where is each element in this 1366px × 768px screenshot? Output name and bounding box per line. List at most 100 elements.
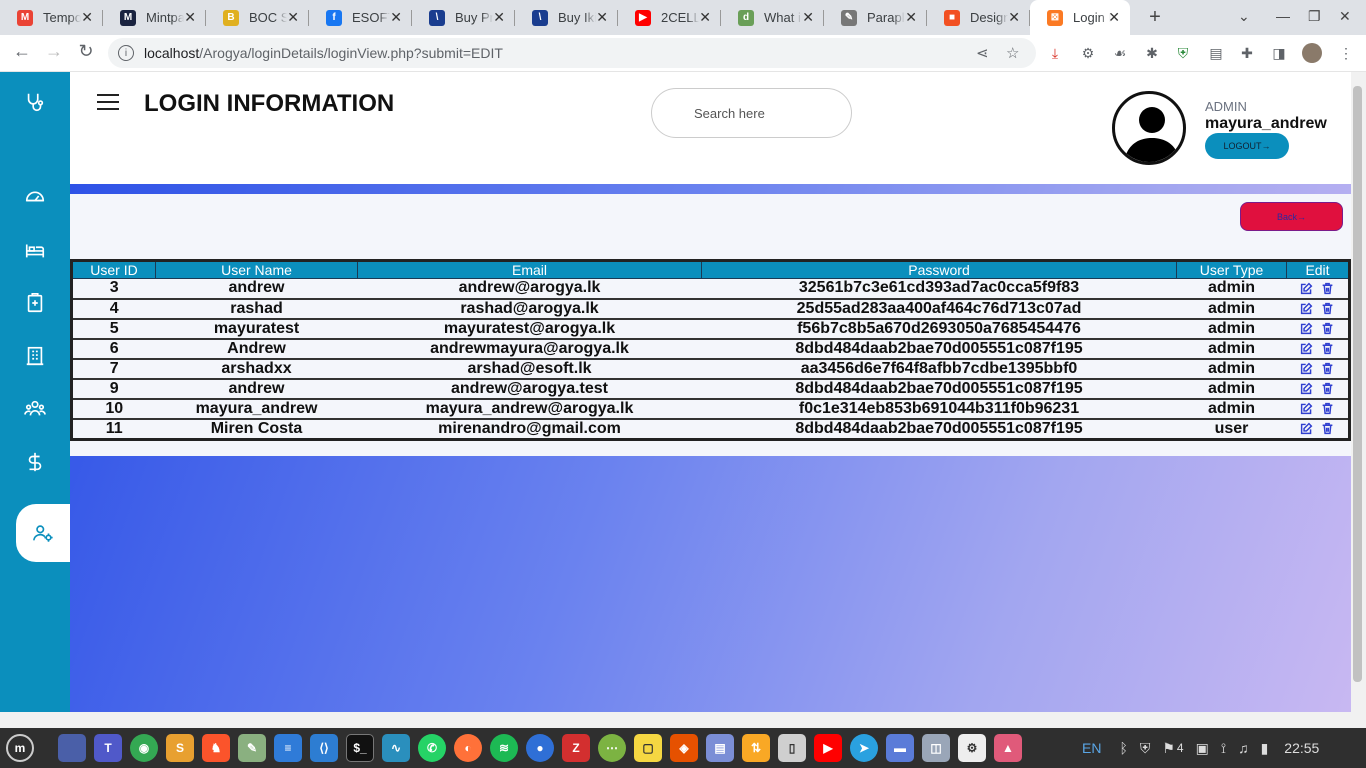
delete-icon[interactable] [1321,302,1334,315]
browser-tab[interactable]: ✎ Parapl ✕ [824,0,927,35]
edit-icon[interactable] [1300,382,1313,395]
bookmark-star-icon[interactable]: ☆ [1006,44,1019,62]
restore-icon[interactable]: ❐ [1308,8,1321,25]
app-z-icon[interactable]: Z [562,734,590,762]
tab-close-icon[interactable]: ✕ [802,9,814,26]
brave-icon[interactable]: ♞ [202,734,230,762]
terminal-icon[interactable]: $_ [346,734,374,762]
chrome-icon[interactable]: ◉ [130,734,158,762]
stethoscope-icon[interactable] [0,82,70,122]
spotify-icon[interactable]: ≋ [490,734,518,762]
profile-avatar-icon[interactable] [1302,43,1322,63]
tab-close-icon[interactable]: ✕ [596,9,608,26]
browser-tab[interactable]: M Mintpa ✕ [103,0,206,35]
edit-icon[interactable] [1300,322,1313,335]
vscode-icon[interactable]: ⟨⟩ [310,734,338,762]
extension-paw-icon[interactable]: ☙ [1110,43,1130,63]
browser-tab[interactable]: \ Buy Pr ✕ [412,0,515,35]
delete-icon[interactable] [1321,382,1334,395]
browser-tab[interactable]: ⊠ Login I ✕ [1030,0,1130,35]
extensions-puzzle-icon[interactable]: ✚ [1237,43,1257,63]
tab-close-icon[interactable]: ✕ [287,9,299,26]
files-folder-icon[interactable]: ▬ [886,734,914,762]
edit-icon[interactable] [1300,302,1313,315]
app-grid-icon[interactable]: ⋯ [598,734,626,762]
firefox-icon[interactable]: ◐ [454,734,482,762]
bluetooth-icon[interactable]: ᛒ [1119,740,1127,756]
document-viewer-icon[interactable]: ▤ [706,734,734,762]
minimize-icon[interactable]: — [1276,8,1290,24]
edit-icon[interactable] [1300,282,1313,295]
tab-close-icon[interactable]: ✕ [184,9,196,26]
hospital-building-icon[interactable] [0,336,70,376]
layers-icon[interactable]: ◈ [670,734,698,762]
screenshot-icon[interactable]: ◫ [922,734,950,762]
browser-tab[interactable]: \ Buy Iki ✕ [515,0,618,35]
tab-close-icon[interactable]: ✕ [81,9,93,26]
dollar-icon[interactable] [0,442,70,482]
hamburger-menu-icon[interactable] [97,94,119,110]
edit-icon[interactable] [1300,342,1313,355]
delete-icon[interactable] [1321,322,1334,335]
browser-tab[interactable]: M Tempo ✕ [0,0,103,35]
music-icon[interactable]: ♫ [1238,740,1249,756]
file-icon[interactable]: ▯ [778,734,806,762]
forward-arrow-icon[interactable]: → [42,41,66,62]
logout-button[interactable]: LOGOUT→ [1205,133,1289,159]
dashboard-gauge-icon[interactable] [0,176,70,216]
extension-gear-icon[interactable]: ⚙ [1078,43,1098,63]
keyboard-language[interactable]: EN [1082,740,1101,756]
delete-icon[interactable] [1321,422,1334,435]
close-window-icon[interactable]: ✕ [1339,8,1351,25]
delete-icon[interactable] [1321,342,1334,355]
clipboard-icon[interactable]: ▣ [1196,740,1209,757]
whatsapp-icon[interactable]: ✆ [418,734,446,762]
shield-icon[interactable]: ⛨ [1140,740,1151,757]
image-editor-icon[interactable]: ✎ [238,734,266,762]
browser-tab[interactable]: ▶ 2CELL ✕ [618,0,721,35]
tab-search-icon[interactable]: ⌄ [1238,8,1250,25]
address-bar[interactable]: i localhost/Arogya/loginDetails/loginVie… [108,38,1036,68]
horizontal-scrollbar[interactable] [0,712,1366,728]
menu-kebab-icon[interactable]: ⋮ [1336,43,1356,63]
tab-close-icon[interactable]: ✕ [905,9,917,26]
delete-icon[interactable] [1321,282,1334,295]
back-button[interactable]: Back→ [1240,202,1343,231]
extension-beta-icon[interactable]: ⛨ [1173,43,1193,63]
share-icon[interactable]: ⋖ [976,44,989,62]
clipboard-medical-icon[interactable] [0,283,70,323]
site-info-icon[interactable]: i [118,45,134,61]
settings-icon[interactable]: ⚙ [958,734,986,762]
system-monitor-icon[interactable]: ∿ [382,734,410,762]
show-desktop-icon[interactable] [58,734,86,762]
back-arrow-icon[interactable]: ← [10,41,34,62]
search-input[interactable] [651,88,852,138]
delete-icon[interactable] [1321,402,1334,415]
hospital-bed-icon[interactable] [0,230,70,270]
tab-close-icon[interactable]: ✕ [390,9,402,26]
network-icon[interactable]: ⟟ [1221,740,1226,757]
notifications-icon[interactable]: ⚑ [1162,740,1175,757]
browser-tab[interactable]: d What i ✕ [721,0,824,35]
tab-close-icon[interactable]: ✕ [1108,9,1120,26]
vpn-icon[interactable]: ● [526,734,554,762]
clock[interactable]: 22:55 [1284,740,1319,756]
tab-close-icon[interactable]: ✕ [493,9,505,26]
tab-close-icon[interactable]: ✕ [1008,9,1020,26]
delete-icon[interactable] [1321,362,1334,375]
download-icon[interactable]: ⤓ [1045,43,1065,63]
reload-icon[interactable]: ↻ [74,41,98,62]
app-s-icon[interactable]: S [166,734,194,762]
vertical-scrollbar[interactable] [1351,72,1366,712]
user-settings-icon[interactable] [16,504,70,562]
photos-icon[interactable]: ▲ [994,734,1022,762]
telegram-icon[interactable]: ➤ [850,734,878,762]
start-menu-icon[interactable]: m [6,734,34,762]
scroll-thumb[interactable] [1353,86,1362,682]
extension-doc-icon[interactable]: ▤ [1206,43,1226,63]
file-sync-icon[interactable]: ⇅ [742,734,770,762]
youtube-app-icon[interactable]: ▶ [814,734,842,762]
browser-tab[interactable]: f ESOFT✕ [309,0,412,35]
side-panel-icon[interactable]: ◨ [1269,43,1289,63]
notes-icon[interactable]: ▢ [634,734,662,762]
